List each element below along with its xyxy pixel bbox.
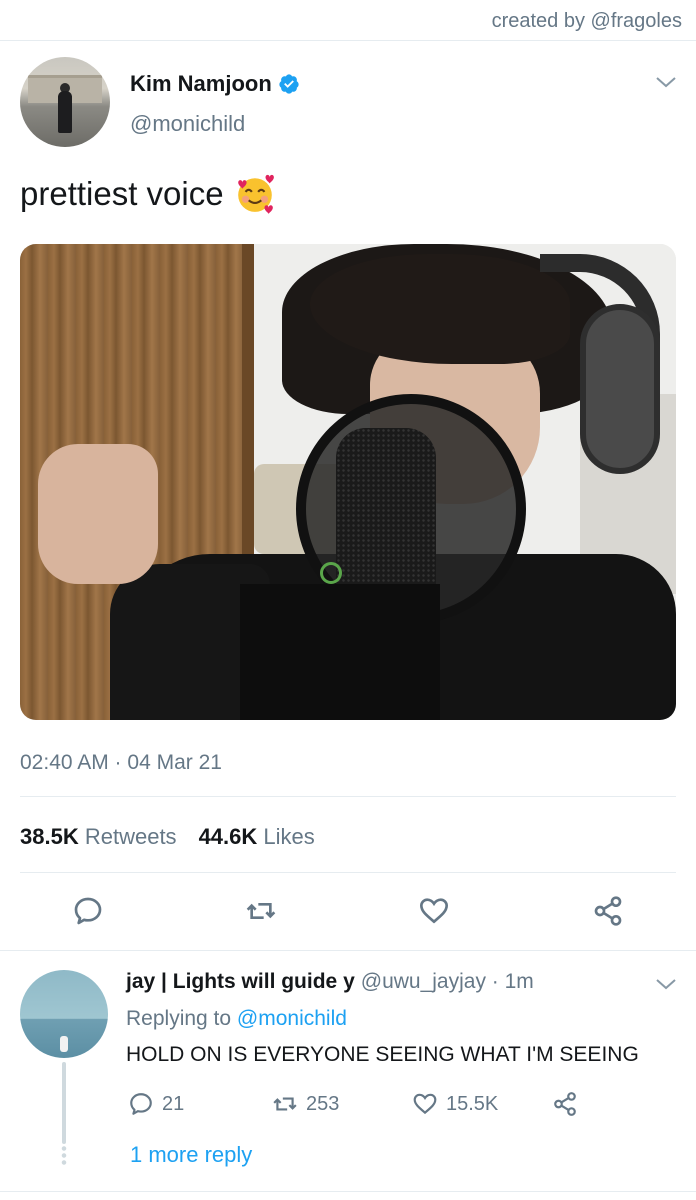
more-replies-link[interactable]: 1 more reply	[130, 1142, 252, 1168]
replying-prefix: Replying to	[126, 1007, 232, 1030]
likes-stat[interactable]: 44.6K Likes	[199, 824, 315, 850]
verified-badge-icon	[279, 74, 299, 94]
share-icon	[554, 1092, 576, 1116]
share-icon[interactable]	[592, 895, 624, 927]
tweet-text: prettiest voice	[20, 175, 224, 212]
like-heart-icon[interactable]	[418, 895, 450, 927]
reply-author-name[interactable]: jay | Lights will guide y	[126, 970, 355, 994]
chevron-down-icon[interactable]	[654, 974, 678, 994]
reply-like-action[interactable]: 15.5K	[412, 1091, 498, 1117]
retweet-count: 253	[306, 1092, 340, 1115]
tweet-text-row: prettiest voice	[20, 173, 276, 215]
reply-header[interactable]: jay | Lights will guide y @uwu_jayjay · …	[126, 970, 534, 994]
retweets-label: Retweets	[84, 824, 177, 849]
author-name-row[interactable]: Kim Namjoon	[130, 71, 300, 97]
reply-icon[interactable]	[72, 895, 104, 927]
reply-share-action[interactable]	[552, 1091, 578, 1117]
tweet-stats: 38.5K Retweets 44.6K Likes	[20, 824, 315, 850]
author-handle[interactable]: @monichild	[130, 111, 245, 137]
divider	[0, 40, 696, 41]
author-name[interactable]: Kim Namjoon	[130, 71, 272, 97]
replying-to: Replying to @monichild	[126, 1007, 347, 1031]
retweet-icon[interactable]	[245, 895, 277, 927]
reply-author-handle[interactable]: @uwu_jayjay · 1m	[361, 970, 534, 994]
divider	[0, 1191, 696, 1192]
reply-icon	[130, 1093, 152, 1115]
like-heart-icon	[413, 1093, 437, 1115]
retweets-stat[interactable]: 38.5K Retweets	[20, 824, 177, 850]
reply-text: HOLD ON IS EVERYONE SEEING WHAT I'M SEEI…	[126, 1043, 639, 1066]
reply-retweet-action[interactable]: 253	[272, 1091, 339, 1117]
retweet-icon	[273, 1097, 297, 1111]
replying-to-link[interactable]: @monichild	[237, 1007, 347, 1030]
like-count: 15.5K	[446, 1092, 499, 1115]
tweet-timestamp: 02:40 AM · 04 Mar 21	[20, 751, 222, 774]
divider	[20, 796, 676, 797]
reply-author-avatar[interactable]	[20, 970, 108, 1058]
smiling-face-with-hearts-icon	[237, 174, 274, 214]
author-avatar[interactable]	[20, 57, 110, 147]
reply-reply-action[interactable]: 21	[128, 1091, 184, 1117]
divider	[0, 950, 696, 951]
likes-count: 44.6K	[198, 824, 258, 849]
thread-line	[62, 1062, 66, 1144]
reply-count: 21	[162, 1092, 185, 1115]
chevron-down-icon[interactable]	[654, 72, 678, 92]
thread-dots	[61, 1145, 67, 1165]
tweet-photo[interactable]	[20, 244, 676, 720]
retweets-count: 38.5K	[20, 824, 79, 849]
credit-text: created by @fragoles	[491, 10, 682, 32]
divider	[20, 872, 676, 873]
likes-label: Likes	[263, 824, 315, 849]
